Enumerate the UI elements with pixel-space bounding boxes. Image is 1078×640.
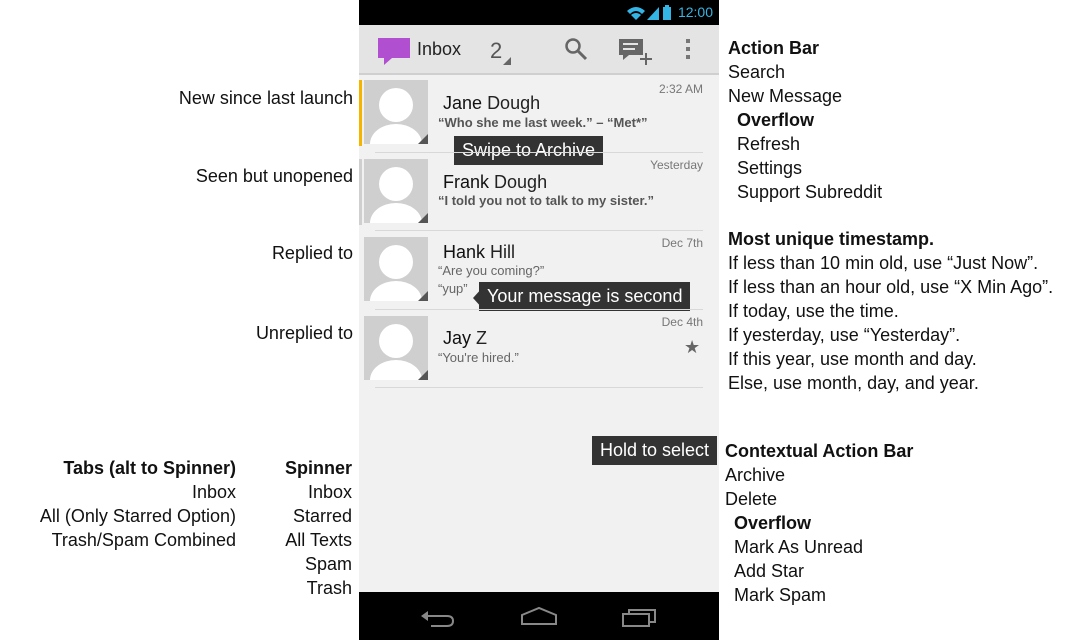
message-timestamp: Yesterday [650, 158, 703, 172]
message-row[interactable]: Frank Dough “I told you not to talk to m… [359, 156, 719, 234]
action-bar: Inbox 2 [359, 25, 719, 75]
signal-icons [627, 5, 671, 20]
timestamp-rule: Else, use month, day, and year. [728, 373, 979, 393]
overflow-item: Refresh [737, 134, 801, 154]
hold-to-select-tooltip: Hold to select [592, 436, 718, 465]
status-time: 12:00 [677, 4, 713, 20]
tabs-alt-item: Trash/Spam Combined [51, 530, 236, 550]
search-icon[interactable] [564, 37, 588, 61]
spinner-item: Starred [292, 506, 352, 526]
spinner-corner-icon [503, 57, 511, 65]
message-timestamp: Dec 7th [661, 236, 703, 250]
cab-item: Delete [725, 489, 778, 509]
message-timestamp: Dec 4th [661, 315, 703, 329]
spinner-item: Inbox [307, 482, 352, 502]
seen-indicator-bar [359, 159, 362, 225]
timestamp-rule: If yesterday, use “Yesterday”. [728, 325, 961, 345]
divider [375, 309, 703, 310]
action-bar-item: Search [728, 62, 786, 82]
divider [375, 230, 703, 231]
recent-apps-icon[interactable] [621, 606, 659, 628]
status-bar: 12:00 [359, 0, 719, 25]
new-indicator-bar [359, 80, 362, 146]
spinner-item: Spam [304, 554, 352, 574]
action-bar-heading: Action Bar [728, 38, 820, 58]
note-seen-unopened: Seen but unopened [195, 166, 353, 186]
avatar[interactable] [364, 316, 428, 380]
star-icon[interactable]: ★ [684, 337, 700, 358]
inbox-spinner[interactable]: Inbox [371, 33, 481, 65]
count-value: 2 [490, 38, 503, 63]
message-row[interactable]: Jay Z “You're hired.” Dec 4th ★ [359, 313, 719, 391]
phone-screen: 12:00 Inbox 2 Jane Dough “Who she me las… [359, 0, 719, 640]
message-timestamp: 2:32 AM [658, 82, 703, 96]
timestamp-rule: If less than an hour old, use “X Min Ago… [728, 277, 1054, 297]
tabs-alt-item: All (Only Starred Option) [39, 506, 236, 526]
timestamp-rule: If today, use the time. [728, 301, 899, 321]
contact-name: Jay Z [443, 328, 488, 348]
message-snippet: “I told you not to talk to my sister.” [438, 193, 654, 208]
overflow-heading: Overflow [737, 110, 815, 130]
compose-chat-icon [378, 38, 410, 65]
navigation-bar [359, 592, 719, 640]
back-icon[interactable] [419, 606, 457, 628]
spinner-item: Trash [306, 578, 352, 598]
avatar[interactable] [364, 159, 428, 223]
avatar[interactable] [364, 237, 428, 301]
overflow-item: Support Subreddit [737, 182, 883, 202]
timestamp-rule: If this year, use month and day. [728, 349, 977, 369]
tabs-alt-title: Tabs (alt to Spinner) [63, 458, 236, 478]
cab-overflow-item: Mark As Unread [734, 537, 864, 557]
action-bar-item: New Message [728, 86, 843, 106]
overflow-menu-icon[interactable] [685, 38, 693, 62]
contact-name: Jane Dough [443, 93, 541, 113]
contact-name: Frank Dough [443, 172, 548, 192]
contact-name: Hank Hill [443, 242, 516, 262]
timestamp-heading: Most unique timestamp. [728, 229, 935, 249]
timestamp-rule: If less than 10 min old, use “Just Now”. [728, 253, 1039, 273]
divider [375, 387, 703, 388]
home-icon[interactable] [519, 606, 559, 626]
note-replied-to: Replied to [271, 243, 353, 263]
cab-overflow-item: Add Star [734, 561, 805, 581]
count-spinner[interactable]: 2 [487, 33, 517, 67]
spinner-item: All Texts [285, 530, 352, 550]
tabs-alt-item: Inbox [191, 482, 236, 502]
message-second-tooltip: Your message is second [479, 282, 691, 311]
spinner-title: Spinner [284, 458, 352, 478]
new-message-icon[interactable] [619, 39, 653, 65]
message-snippet: “Are you coming?” [438, 263, 545, 278]
cab-item: Archive [725, 465, 786, 485]
cab-heading: Contextual Action Bar [725, 441, 914, 461]
cab-overflow-heading: Overflow [734, 513, 812, 533]
note-unreplied-to: Unreplied to [255, 323, 353, 343]
avatar[interactable] [364, 80, 428, 144]
inbox-title: Inbox [417, 39, 462, 59]
message-reply-snippet: “yup” [438, 281, 468, 296]
message-snippet: “Who she me last week.” – “Met*” [438, 115, 648, 130]
note-new-since-launch: New since last launch [178, 88, 353, 108]
message-snippet: “You're hired.” [438, 350, 519, 365]
cab-overflow-item: Mark Spam [734, 585, 827, 605]
overflow-item: Settings [737, 158, 803, 178]
divider [375, 152, 703, 153]
